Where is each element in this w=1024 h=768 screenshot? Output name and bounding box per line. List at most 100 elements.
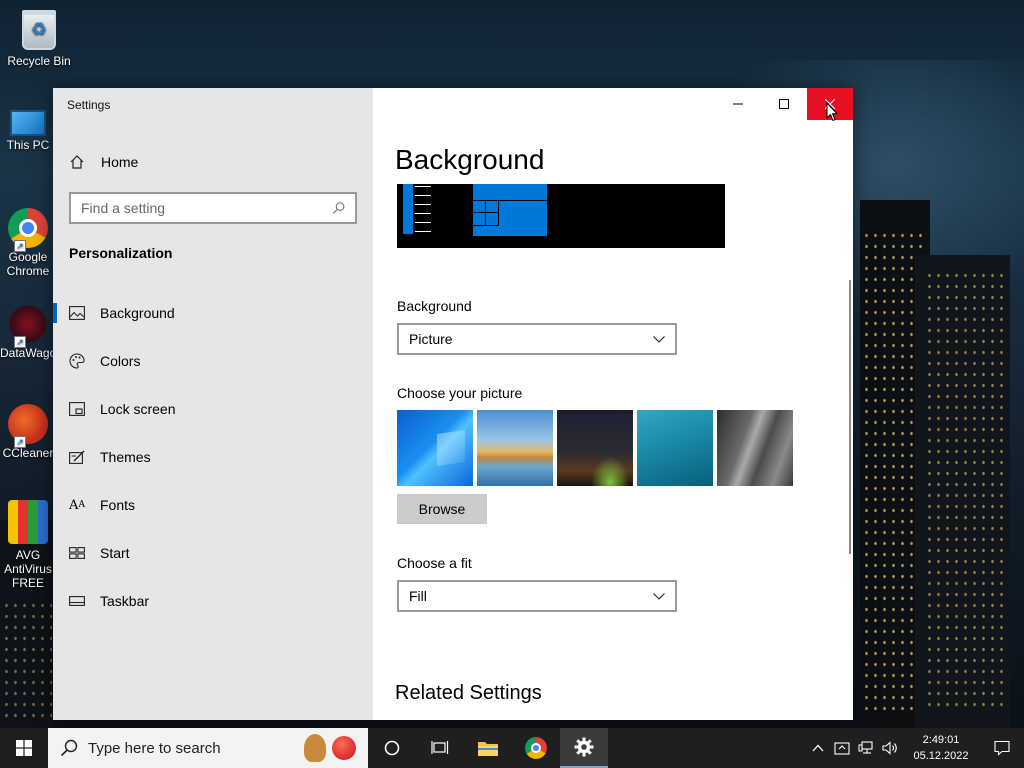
- taskbar-icon: [69, 593, 85, 609]
- clock-date: 05.12.2022: [913, 750, 969, 762]
- security-tray-button[interactable]: [830, 728, 854, 768]
- desktop-icon-label: Google Chrome: [6, 250, 50, 278]
- background-type-value: Picture: [409, 331, 453, 347]
- desktop-icon-chrome[interactable]: ↗ Google Chrome: [0, 208, 56, 278]
- search-icon: [332, 202, 345, 214]
- choose-fit-dropdown[interactable]: Fill: [397, 580, 677, 612]
- nav-home-label: Home: [101, 154, 139, 170]
- folder-icon: [478, 742, 498, 756]
- antivirus-tray-icon: [834, 742, 850, 755]
- find-setting-box[interactable]: [69, 192, 357, 224]
- nav-item-start[interactable]: Start: [53, 529, 373, 577]
- find-setting-input[interactable]: [81, 200, 332, 216]
- taskbar-search-box[interactable]: Type here to search: [48, 728, 368, 768]
- speaker-icon: [882, 741, 897, 755]
- desktop-icon-ccleaner[interactable]: ↗ CCleaner: [0, 404, 56, 460]
- start-button[interactable]: [0, 728, 48, 768]
- system-tray: 2:49:01 05.12.2022: [806, 728, 1024, 768]
- picture-thumbnail-beach[interactable]: [477, 410, 553, 486]
- maximize-icon: [779, 99, 789, 109]
- desktop-icon-avg[interactable]: AVG AntiVirus FREE: [0, 500, 56, 590]
- picture-thumbnails: [397, 410, 793, 486]
- cortana-button[interactable]: [368, 728, 416, 768]
- clock-time: 2:49:01: [922, 734, 960, 746]
- action-center-button[interactable]: [980, 728, 1024, 768]
- gingerbread-doodle-icon: [304, 734, 326, 762]
- maximize-button[interactable]: [761, 88, 807, 120]
- avg-icon: [8, 500, 48, 544]
- minimize-icon: [733, 103, 743, 105]
- start-icon: [69, 545, 85, 561]
- background-type-dropdown[interactable]: Picture: [397, 323, 677, 355]
- recycle-bin-icon: [22, 10, 56, 50]
- nav-item-taskbar[interactable]: Taskbar: [53, 577, 373, 625]
- page-title: Background: [395, 144, 545, 175]
- nav-item-background[interactable]: Background: [53, 289, 373, 337]
- search-icon: [60, 739, 78, 757]
- desktop-icon-label: DataWagon: [0, 346, 56, 360]
- section-title: Personalization: [69, 245, 173, 261]
- nav-item-label: Taskbar: [100, 593, 150, 609]
- chevron-down-icon: [653, 592, 665, 600]
- home-icon: [70, 155, 84, 169]
- choose-fit-label: Choose a fit: [397, 555, 472, 571]
- mouse-cursor-icon: [826, 102, 838, 122]
- fonts-icon: AA: [69, 497, 85, 513]
- nav-home[interactable]: Home: [69, 150, 359, 174]
- chrome-icon: [525, 737, 547, 759]
- desktop-icon-label: This PC: [6, 138, 50, 152]
- content-scrollbar[interactable]: [849, 280, 851, 554]
- volume-tray-button[interactable]: [878, 728, 902, 768]
- picture-thumbnail-rock[interactable]: [717, 410, 793, 486]
- chrome-taskbar-button[interactable]: [512, 728, 560, 768]
- file-explorer-button[interactable]: [464, 728, 512, 768]
- settings-taskbar-button[interactable]: [560, 728, 608, 768]
- desktop-icon-recycle-bin[interactable]: Recycle Bin: [4, 10, 74, 68]
- desktop-icon-this-pc[interactable]: This PC: [0, 110, 56, 152]
- network-tray-button[interactable]: [854, 728, 878, 768]
- notification-icon: [994, 740, 1010, 756]
- wallpaper-lights: [2, 600, 52, 720]
- ornament-doodle-icon: [332, 736, 356, 760]
- network-icon: [858, 741, 873, 754]
- windows-logo-icon: [16, 740, 32, 756]
- nav-item-label: Colors: [100, 353, 141, 369]
- minimize-button[interactable]: [715, 88, 761, 120]
- choose-fit-value: Fill: [409, 588, 427, 604]
- picture-thumbnail-night-sky[interactable]: [557, 410, 633, 486]
- picture-thumbnail-underwater[interactable]: [637, 410, 713, 486]
- palette-icon: [69, 353, 85, 369]
- nav-item-fonts[interactable]: AA Fonts: [53, 481, 373, 529]
- taskbar: Type here to search 2:49:01 05.12.2022: [0, 728, 1024, 768]
- task-view-icon: [431, 741, 449, 754]
- personalization-nav: Background Colors Lock screen Themes A A…: [53, 289, 373, 625]
- cortana-icon: [384, 740, 400, 756]
- preview-tiles: [473, 184, 547, 236]
- preview-start-menu: [403, 184, 413, 234]
- choose-picture-label: Choose your picture: [397, 385, 523, 401]
- background-preview: [397, 184, 725, 248]
- nav-item-themes[interactable]: Themes: [53, 433, 373, 481]
- computer-icon: [10, 110, 46, 136]
- desktop-icon-label: AVG AntiVirus FREE: [4, 548, 52, 590]
- browse-button[interactable]: Browse: [397, 494, 487, 524]
- nav-item-lock-screen[interactable]: Lock screen: [53, 385, 373, 433]
- task-view-button[interactable]: [416, 728, 464, 768]
- picture-thumbnail-windows[interactable]: [397, 410, 473, 486]
- chevron-down-icon: [653, 335, 665, 343]
- wallpaper-lights: [925, 270, 1005, 710]
- show-hidden-icons-button[interactable]: [806, 728, 830, 768]
- chevron-up-icon: [812, 744, 824, 752]
- preview-menu-lines: [415, 186, 431, 232]
- nav-item-label: Lock screen: [100, 401, 176, 417]
- nav-item-label: Background: [100, 305, 175, 321]
- desktop-icon-label: CCleaner: [2, 446, 54, 460]
- desktop-icon-datawagon[interactable]: ↗ DataWagon: [0, 304, 56, 360]
- nav-item-label: Start: [100, 545, 130, 561]
- settings-sidebar: Settings Home Personalization Background: [53, 88, 373, 720]
- nav-item-colors[interactable]: Colors: [53, 337, 373, 385]
- desktop-icon-label: Recycle Bin: [7, 54, 71, 68]
- taskbar-clock[interactable]: 2:49:01 05.12.2022: [902, 732, 980, 764]
- window-title: Settings: [67, 98, 111, 112]
- gear-icon: [574, 737, 594, 757]
